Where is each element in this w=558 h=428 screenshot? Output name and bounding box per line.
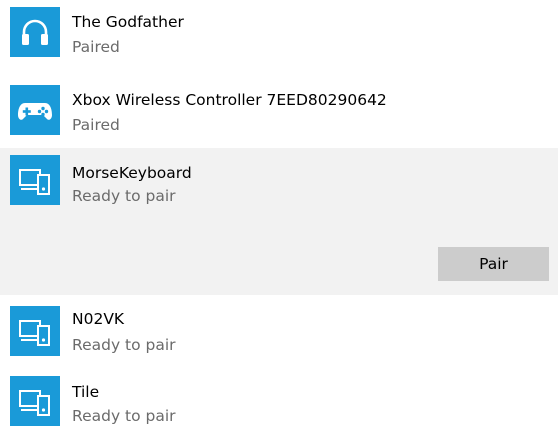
device-item-the-godfather[interactable]: The Godfather Paired [0, 0, 558, 70]
device-name: Tile [72, 383, 100, 401]
device-status: Ready to pair [72, 407, 176, 425]
device-name: MorseKeyboard [72, 164, 192, 182]
device-status: Paired [72, 38, 120, 56]
device-name: The Godfather [72, 13, 184, 31]
devices-icon [10, 376, 60, 426]
devices-icon [10, 155, 60, 205]
device-status: Paired [72, 116, 120, 134]
device-item-xbox-controller[interactable]: Xbox Wireless Controller 7EED80290642 Pa… [0, 78, 558, 148]
device-name: Xbox Wireless Controller 7EED80290642 [72, 91, 387, 109]
device-list: The Godfather Paired Xbox Wireless Contr… [0, 0, 558, 428]
device-item-tile[interactable]: Tile Ready to pair [0, 372, 558, 428]
gamepad-icon [10, 85, 60, 135]
device-name: N02VK [72, 310, 125, 328]
devices-icon [10, 306, 60, 356]
device-status: Ready to pair [72, 336, 176, 354]
pair-button[interactable]: Pair [438, 247, 549, 281]
device-item-n02vk[interactable]: N02VK Ready to pair [0, 302, 558, 364]
headphones-icon [10, 7, 60, 57]
device-item-morsekeyboard[interactable]: MorseKeyboard Ready to pair Pair [0, 148, 558, 295]
device-status: Ready to pair [72, 187, 176, 205]
